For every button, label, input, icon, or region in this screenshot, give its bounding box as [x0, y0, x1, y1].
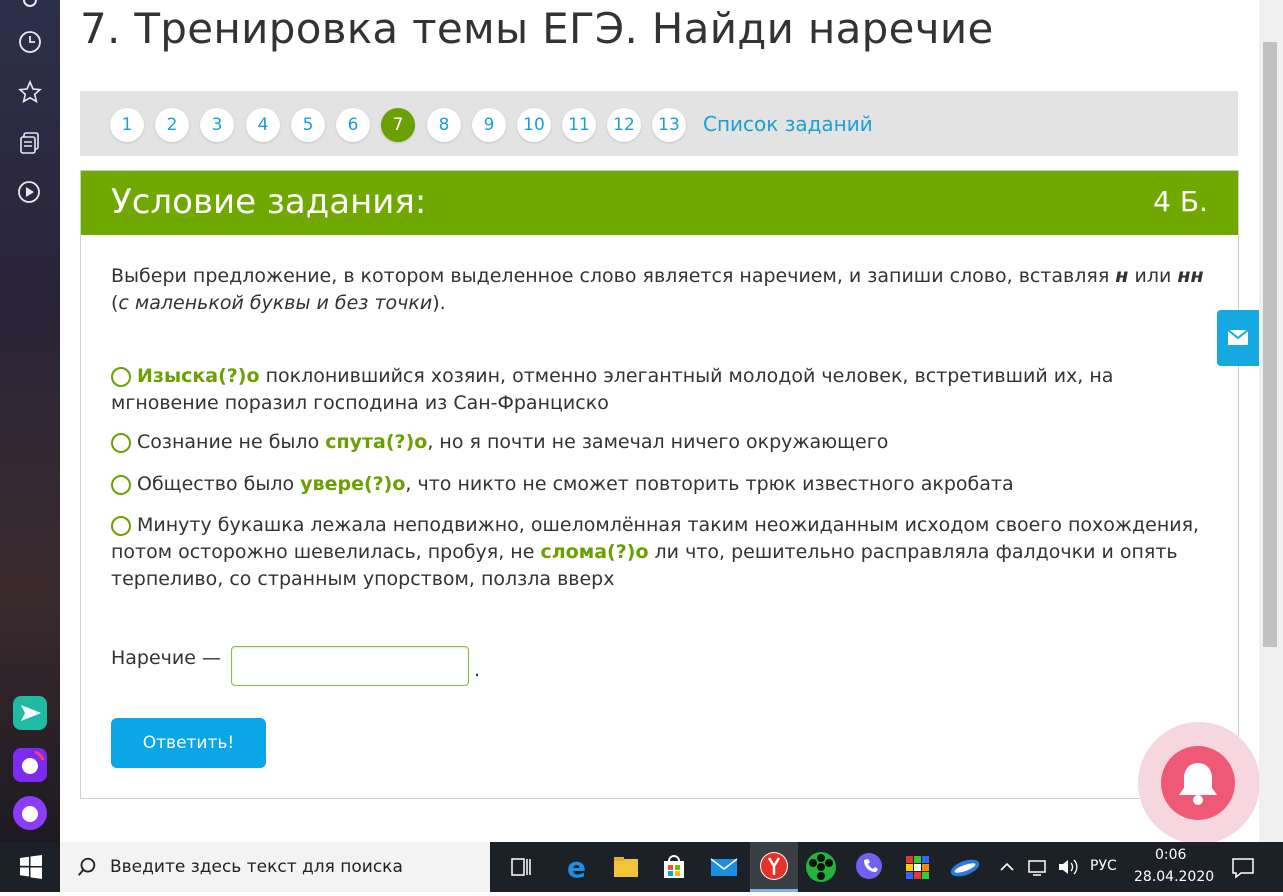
- radio-button-4[interactable]: [111, 516, 131, 536]
- page-number-6[interactable]: 6: [336, 108, 370, 142]
- task-instruction: Выбери предложение, в котором выделенное…: [111, 263, 1211, 317]
- windows-logo-icon: [20, 855, 42, 879]
- collections-icon[interactable]: [18, 131, 42, 155]
- network-icon[interactable]: [1022, 850, 1052, 884]
- answer-option-2[interactable]: Сознание не было спута(?)о, но я почти н…: [111, 429, 1211, 456]
- app-swoosh-icon[interactable]: [948, 850, 982, 884]
- store-icon[interactable]: [657, 850, 691, 884]
- page-number-4[interactable]: 4: [246, 108, 280, 142]
- clock-time[interactable]: 0:06: [1155, 847, 1186, 863]
- answer-label: Наречие —: [111, 647, 221, 669]
- option-text: , но я почти не замечал ничего окружающе…: [427, 431, 889, 453]
- task-list-link[interactable]: Список заданий: [703, 112, 873, 136]
- answer-dot: .: [474, 659, 481, 681]
- instruction-nn: нн: [1177, 265, 1204, 287]
- yandex-browser-icon: [760, 852, 788, 880]
- task-points: 4 Б.: [1153, 185, 1208, 218]
- radio-button-2[interactable]: [111, 433, 131, 453]
- page-number-2[interactable]: 2: [155, 108, 189, 142]
- alice-app-icon[interactable]: [13, 748, 47, 782]
- bookmarks-star-icon[interactable]: [18, 79, 42, 104]
- alice-assistant-icon[interactable]: [13, 796, 47, 830]
- option-highlight-word: увере(?)о: [300, 473, 406, 495]
- option-text: поклонившийся хозяин, отменно элегантный…: [111, 365, 1114, 414]
- notification-bell-button[interactable]: [1161, 746, 1235, 820]
- search-placeholder: Введите здесь текст для поиска: [110, 857, 403, 877]
- file-explorer-icon[interactable]: [609, 850, 643, 884]
- instruction-or: или: [1128, 265, 1178, 287]
- windows-taskbar: Введите здесь текст для поиска e РУС 0:0…: [0, 842, 1283, 892]
- volume-icon[interactable]: [1053, 850, 1083, 884]
- web-page: 7. Тренировка темы ЕГЭ. Найди наречие 1 …: [60, 0, 1259, 842]
- page-number-1[interactable]: 1: [110, 108, 144, 142]
- radio-button-3[interactable]: [111, 475, 131, 495]
- history-clock-icon[interactable]: [18, 30, 42, 54]
- scrollbar-thumb[interactable]: [1263, 42, 1277, 647]
- taskbar-search-box[interactable]: Введите здесь текст для поиска: [60, 842, 490, 892]
- task-card: Условие задания: 4 Б. Выбери предложение…: [80, 170, 1239, 799]
- page-number-7-active[interactable]: 7: [381, 108, 415, 142]
- instruction-paren-close: ).: [432, 292, 446, 314]
- task-card-header: Условие задания: 4 Б.: [81, 171, 1238, 235]
- page-number-11[interactable]: 11: [562, 108, 596, 142]
- task-pager: 1 2 3 4 5 6 7 8 9 10 11 12 13 Список зад…: [80, 91, 1238, 156]
- envelope-icon: [1227, 329, 1249, 345]
- settings-icon[interactable]: [18, 0, 42, 12]
- answer-option-3[interactable]: Общество было увере(?)о, что никто не см…: [111, 471, 1211, 498]
- option-text: Общество было: [137, 473, 301, 495]
- option-text: Сознание не было: [137, 431, 326, 453]
- page-number-5[interactable]: 5: [291, 108, 325, 142]
- viber-icon[interactable]: [852, 850, 886, 884]
- input-language[interactable]: РУС: [1090, 858, 1117, 874]
- yandex-browser-taskbar-active[interactable]: [750, 842, 798, 892]
- action-center-icon[interactable]: [1226, 850, 1260, 884]
- show-hidden-icons-chevron[interactable]: [994, 850, 1020, 884]
- bell-icon: [1179, 763, 1217, 805]
- icq-icon[interactable]: [804, 850, 838, 884]
- radio-button-1[interactable]: [111, 367, 131, 387]
- instruction-n: н: [1115, 265, 1129, 287]
- page-number-3[interactable]: 3: [200, 108, 234, 142]
- answer-option-1[interactable]: Изыска(?)о поклонившийся хозяин, отменно…: [111, 363, 1211, 417]
- page-number-12[interactable]: 12: [607, 108, 641, 142]
- option-highlight-word: спута(?)о: [325, 431, 428, 453]
- page-number-13[interactable]: 13: [652, 108, 686, 142]
- page-number-8[interactable]: 8: [427, 108, 461, 142]
- submit-answer-button[interactable]: Ответить!: [111, 718, 266, 768]
- option-highlight-word: слома(?)о: [540, 541, 649, 563]
- svg-text:e: e: [567, 851, 586, 884]
- video-play-icon[interactable]: [18, 180, 42, 204]
- messenger-app-icon[interactable]: [13, 696, 47, 730]
- task-view-icon[interactable]: [503, 850, 537, 884]
- instruction-italic: с маленькой буквы и без точки: [118, 292, 433, 314]
- clock-date[interactable]: 28.04.2020: [1134, 869, 1214, 885]
- page-number-9[interactable]: 9: [472, 108, 506, 142]
- instruction-text: Выбери предложение, в котором выделенное…: [111, 265, 1116, 287]
- option-text: , что никто не сможет повторить трюк изв…: [405, 473, 1014, 495]
- start-button[interactable]: [0, 842, 60, 892]
- answer-option-4[interactable]: Минуту букашка лежала неподвижно, ошелом…: [111, 512, 1211, 593]
- edge-browser-icon[interactable]: e: [561, 850, 595, 884]
- browser-sidebar: [0, 0, 60, 842]
- search-icon: [78, 857, 96, 876]
- task-condition-title: Условие задания:: [111, 182, 427, 222]
- mail-icon[interactable]: [707, 850, 741, 884]
- page-number-10[interactable]: 10: [517, 108, 551, 142]
- page-title: 7. Тренировка темы ЕГЭ. Найди наречие: [80, 4, 994, 53]
- answer-input[interactable]: [231, 646, 469, 686]
- rubiks-cube-app-icon[interactable]: [900, 850, 934, 884]
- feedback-mail-button[interactable]: [1217, 310, 1259, 366]
- option-highlight-word: Изыска(?)о: [137, 365, 260, 387]
